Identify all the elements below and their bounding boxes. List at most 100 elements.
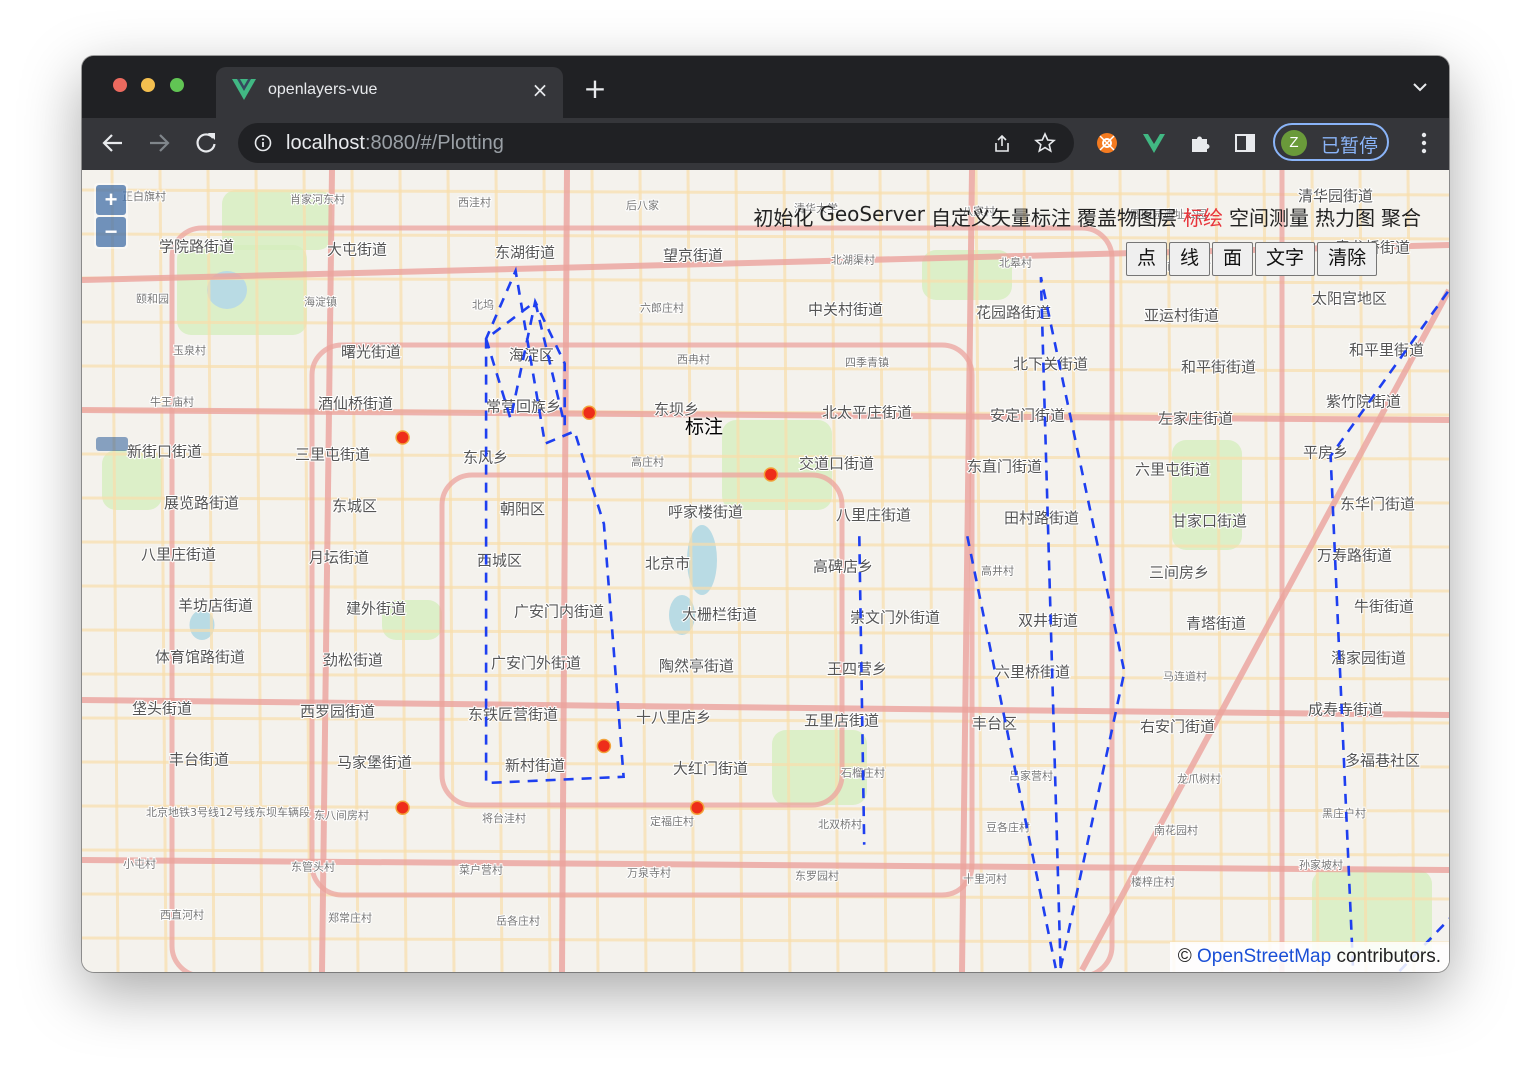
menu-item-6[interactable]: 热力图 xyxy=(1315,202,1375,231)
map-place-label: 西直河村 xyxy=(160,908,204,922)
extension-orange-icon[interactable] xyxy=(1095,131,1119,155)
address-bar[interactable]: localhost:8080/#/Plotting xyxy=(238,123,1074,163)
map-place-label: 马连道村 xyxy=(1163,669,1207,683)
drawn-point-3[interactable] xyxy=(596,738,612,754)
map-text-annotation: 标注 xyxy=(685,416,724,438)
drawn-point-0[interactable] xyxy=(395,430,410,445)
map-place-label: 新村街道 xyxy=(505,757,565,775)
map-place-label: 左家庄街道 xyxy=(1158,409,1233,427)
map-place-label: 潘家园街道 xyxy=(1331,649,1406,667)
menu-item-5[interactable]: 空间测量 xyxy=(1229,202,1309,231)
menu-item-2[interactable]: 自定义矢量标注 xyxy=(931,202,1071,231)
map-place-label: 海淀镇 xyxy=(304,295,337,309)
map-place-label: 孙家坡村 xyxy=(1299,857,1343,871)
plotting-toolbar: 点线面文字 清除 xyxy=(1126,242,1379,276)
map-attribution: © OpenStreetMap contributors. xyxy=(1169,942,1449,972)
map-place-label: 双井街道 xyxy=(1018,612,1078,630)
map-place-label: 黑庄户村 xyxy=(1322,806,1366,820)
plot-tool-button-1[interactable]: 线 xyxy=(1169,242,1211,276)
map-place-label: 马家堡街道 xyxy=(337,754,412,772)
zoom-out-button[interactable]: − xyxy=(96,217,126,247)
map-place-label: 西冉村 xyxy=(677,352,710,366)
map-place-label: 北皋村 xyxy=(999,255,1032,269)
chevron-down-icon[interactable] xyxy=(1411,80,1429,94)
map-place-label: 六里桥街道 xyxy=(995,663,1070,681)
page-viewport: 正白旗村 肖家河东村 西洼村 后八家 清华大学 八家村 圆明园遗址公园 清华园街道 学院路街道大… xyxy=(82,170,1449,972)
map-place-label: 菜户营村 xyxy=(459,862,503,876)
map-feature-menu: 初始化 GeoServer 自定义矢量标注 覆盖物图层 标绘 空间测量 热力图 聚合 xyxy=(753,202,1421,231)
map-place-label: 西城区 xyxy=(477,551,522,569)
map-place-label: 广安门内街道 xyxy=(514,603,604,621)
arrow-left-icon[interactable] xyxy=(100,130,126,156)
map-place-label: 高庄村 xyxy=(631,455,664,469)
plot-tool-button-4[interactable]: 清除 xyxy=(1317,242,1378,276)
map-place-label: 呼家楼街道 xyxy=(668,503,743,521)
zoom-in-button[interactable]: + xyxy=(96,185,126,215)
drawn-point-1[interactable] xyxy=(581,405,597,421)
map-place-label: 东城区 xyxy=(332,497,377,515)
zoom-control: + − xyxy=(94,183,128,249)
browser-toolbar: localhost:8080/#/Plotting Z 已暂停 xyxy=(82,118,1449,170)
map-place-label: 多福巷社区 xyxy=(1345,752,1420,770)
map-basemap xyxy=(82,170,1449,972)
zoom-slider-handle[interactable] xyxy=(96,437,128,451)
map-place-label: 广安门外街道 xyxy=(491,654,581,672)
profile-button[interactable]: Z 已暂停 xyxy=(1273,123,1389,161)
map-place-label: 东管头村 xyxy=(291,859,335,873)
map-place-label: 平房乡 xyxy=(1303,444,1348,462)
reload-icon[interactable] xyxy=(193,130,219,156)
map-place-label: 八里庄街道 xyxy=(836,506,911,524)
info-icon[interactable] xyxy=(254,134,272,152)
map-place-label: 后八家 xyxy=(626,198,659,212)
map-place-label: 新街口街道 xyxy=(127,443,202,461)
drawn-point-5[interactable] xyxy=(689,800,705,815)
map-place-label: 大红门街道 xyxy=(673,760,748,778)
map-place-label: 垡头街道 xyxy=(132,699,192,717)
vue-devtools-icon[interactable] xyxy=(1142,131,1166,155)
map-place-label: 甘家口街道 xyxy=(1172,512,1247,530)
map-place-label: 大屯街道 xyxy=(327,240,387,258)
tab-openlayers-vue[interactable]: openlayers-vue × xyxy=(216,67,563,118)
map-place-label: 丰台区 xyxy=(972,714,1017,732)
map-place-label: 六郎庄村 xyxy=(640,301,684,315)
plus-icon[interactable]: + xyxy=(582,75,608,103)
arrow-right-icon[interactable] xyxy=(146,130,172,156)
menu-item-3[interactable]: 覆盖物图层 xyxy=(1077,202,1177,231)
plot-tool-button-0[interactable]: 点 xyxy=(1126,242,1168,276)
map-place-label: 定福庄村 xyxy=(650,814,694,828)
map-canvas[interactable]: 正白旗村 肖家河东村 西洼村 后八家 清华大学 八家村 圆明园遗址公园清华园街道学院路街道大… xyxy=(82,170,1449,972)
menu-item-7[interactable]: 聚合 xyxy=(1381,202,1421,231)
maximize-window-button[interactable] xyxy=(170,78,184,92)
map-place-label: 郑常庄村 xyxy=(328,911,372,925)
map-place-label: 牛王庙村 xyxy=(150,394,194,408)
menu-item-0[interactable]: 初始化 xyxy=(753,202,813,231)
minimize-window-button[interactable] xyxy=(141,78,155,92)
star-icon[interactable] xyxy=(1034,132,1056,154)
drawn-point-2[interactable] xyxy=(763,467,779,482)
plot-tool-button-2[interactable]: 面 xyxy=(1212,242,1254,276)
close-window-button[interactable] xyxy=(113,78,127,92)
kebab-menu-icon[interactable] xyxy=(1421,132,1427,154)
map-place-label: 岳各庄村 xyxy=(496,914,540,928)
map-place-label: 北坞 xyxy=(472,298,494,312)
map-place-label: 北京市 xyxy=(645,554,690,572)
close-icon[interactable]: × xyxy=(529,79,551,101)
share-icon[interactable] xyxy=(992,133,1012,153)
vue-logo-icon xyxy=(232,79,256,100)
openstreetmap-link[interactable]: OpenStreetMap xyxy=(1197,946,1331,967)
plot-tool-button-3[interactable]: 文字 xyxy=(1255,242,1316,276)
menu-item-1[interactable]: GeoServer xyxy=(819,202,925,231)
map-place-label: 八里庄街道 xyxy=(141,545,216,563)
tab-title: openlayers-vue xyxy=(268,81,378,98)
side-panel-icon[interactable] xyxy=(1233,131,1257,155)
map-place-label: 学院路街道 xyxy=(159,237,234,255)
map-place-label: 北双桥村 xyxy=(818,817,862,831)
map-place-label: 亚运村街道 xyxy=(1144,307,1219,325)
map-place-label: 常营回族乡 xyxy=(486,397,561,415)
map-place-label: 正白旗村 xyxy=(122,189,166,203)
puzzle-icon[interactable] xyxy=(1188,131,1212,155)
drawn-point-4[interactable] xyxy=(395,800,410,815)
map-place-label: 将台洼村 xyxy=(482,811,526,825)
map-place-label: 豆各庄村 xyxy=(986,820,1030,834)
menu-item-4[interactable]: 标绘 xyxy=(1183,202,1223,231)
